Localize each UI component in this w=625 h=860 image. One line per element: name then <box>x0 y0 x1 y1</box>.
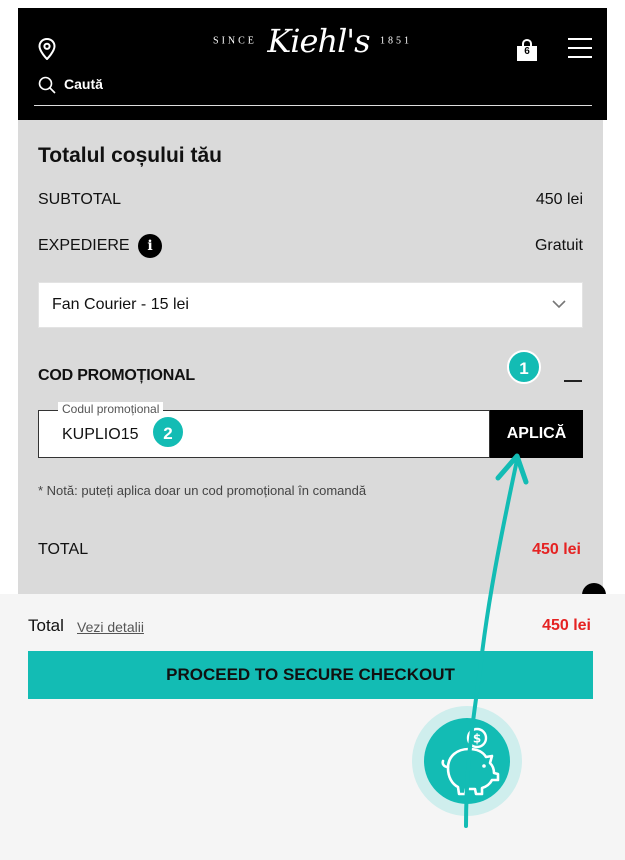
brand-name: Kiehl's <box>267 22 370 60</box>
secure-checkout-button[interactable]: PROCEED TO SECURE CHECKOUT <box>28 651 593 699</box>
search-icon <box>38 76 56 94</box>
brand-year: 1851 <box>379 35 412 47</box>
subtotal-value: 450 lei <box>535 191 583 208</box>
search-label: Caută <box>64 76 103 92</box>
cart-count-badge: 6 <box>524 46 530 57</box>
bottom-total-value: 450 lei <box>542 617 591 634</box>
checkout-bar: Total Vezi detalii 450 lei PROCEED TO SE… <box>0 594 625 860</box>
svg-text:$: $ <box>473 732 481 746</box>
chevron-down-icon <box>552 300 566 309</box>
step-badge-2: 2 <box>151 415 185 449</box>
collapse-promo-toggle[interactable] <box>564 380 582 382</box>
shipping-method-select[interactable]: Fan Courier - 15 lei <box>38 282 583 328</box>
piggy-bank-icon: $ <box>424 718 510 804</box>
shipping-label: EXPEDIERE <box>38 237 130 254</box>
subtotal-label: SUBTOTAL <box>38 191 121 208</box>
cart-summary-panel: Totalul coșului tău SUBTOTAL 450 lei EXP… <box>18 120 603 594</box>
shipping-method-value: Fan Courier - 15 lei <box>52 296 189 313</box>
apply-promo-button[interactable]: APLICĂ <box>490 410 583 458</box>
promo-code-value: KUPLIO15 <box>62 426 139 443</box>
total-label: TOTAL <box>38 541 89 558</box>
brand-since: SINCE <box>213 35 257 47</box>
info-icon[interactable]: i <box>138 234 162 258</box>
summary-title: Totalul coșului tău <box>38 144 222 167</box>
promo-field-label: Codul promoțional <box>58 402 164 416</box>
site-header: SINCE Kiehl's 1851 6 Caută <box>18 8 607 120</box>
search-bar[interactable]: Caută <box>34 72 592 106</box>
promo-heading: COD PROMOȚIONAL <box>38 367 195 384</box>
total-value: 450 lei <box>532 541 581 558</box>
step-badge-1: 1 <box>507 350 541 384</box>
view-details-link[interactable]: Vezi detalii <box>77 619 144 635</box>
bottom-total-label: Total <box>28 616 64 635</box>
shipping-value: Gratuit <box>534 237 583 254</box>
hamburger-menu-icon[interactable] <box>568 38 592 58</box>
promo-note: * Notă: puteți aplica doar un cod promoț… <box>38 483 367 498</box>
